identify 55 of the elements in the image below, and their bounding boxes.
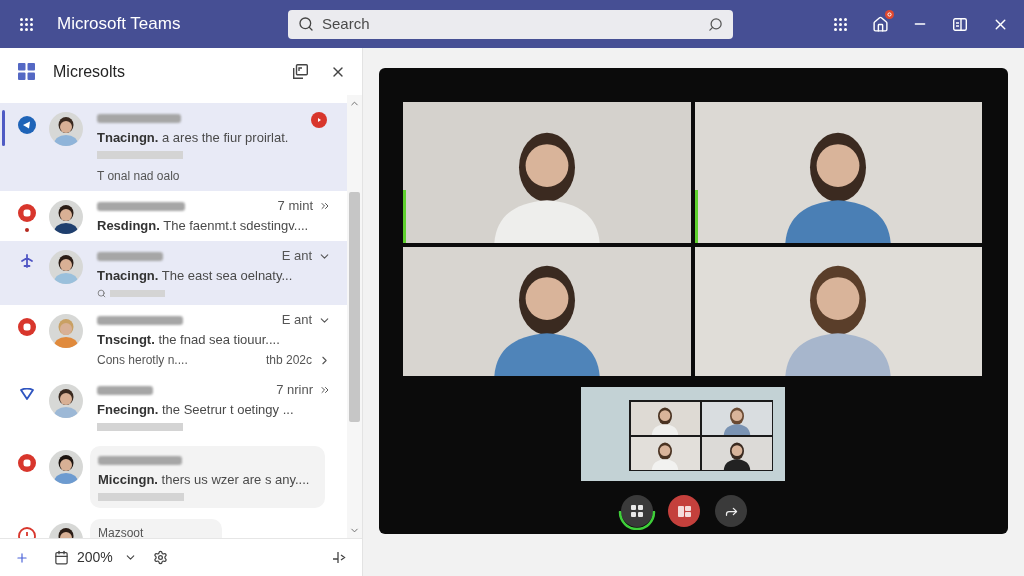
chat-footnote: T onal nad oalo: [97, 168, 180, 185]
chat-list-item[interactable]: Tnacingn. a ares the fiur proirlat. T onal nad oalo: [0, 103, 347, 191]
message-preview: Fnecingn. the Seetrur t oetingy ...: [97, 401, 294, 420]
app-launcher-icon[interactable]: [20, 17, 33, 31]
stop-sharing-button[interactable]: [668, 495, 700, 527]
panel-toggle-icon[interactable]: [332, 551, 346, 564]
zoom-level: 200%: [77, 548, 113, 567]
chat-time: E ant: [281, 247, 312, 266]
pop-out-icon[interactable]: [293, 64, 308, 79]
double-chevron-icon[interactable]: [319, 384, 331, 396]
triangle-status-icon: [20, 388, 34, 400]
settings-icon[interactable]: [152, 550, 168, 565]
blurred-name: [97, 251, 163, 261]
chat-time: 7 nrinr: [276, 381, 313, 400]
panel-title: Micresolts: [53, 61, 126, 82]
message-preview: Tnacingn. a ares the fiur proirlat.: [97, 129, 289, 148]
chat-name: Mazsoot: [98, 526, 144, 538]
plane-status-icon: [20, 254, 34, 268]
avatar-icon: [49, 314, 83, 348]
stop-status-icon: [18, 454, 36, 472]
chat-time: E ant: [281, 311, 312, 330]
double-chevron-icon[interactable]: [319, 200, 331, 212]
layout-button[interactable]: [621, 495, 653, 527]
calendar-icon[interactable]: [54, 550, 69, 565]
apps-grid-icon[interactable]: [18, 63, 35, 80]
forward-button[interactable]: [715, 495, 747, 527]
search-box[interactable]: Search: [288, 9, 733, 39]
avatar-icon: [49, 112, 83, 146]
avatar-icon: [49, 450, 83, 484]
grid-icon: [631, 505, 643, 517]
panels-icon: [677, 505, 691, 517]
chat-list-item[interactable]: E ant Tnacingn. The east sea oelnaty...: [0, 241, 347, 305]
stop-status-icon: [18, 318, 36, 336]
home-icon[interactable]: [871, 15, 889, 33]
search-icon[interactable]: [708, 16, 723, 32]
avatar-icon: [49, 200, 83, 234]
message-preview: Resdingn. The faenmt.t sdestingv....: [97, 217, 309, 236]
message-preview: Tnscingt. the fnad sea tiouur....: [97, 331, 280, 350]
chat-date: thb 202c: [265, 352, 312, 369]
search-icon: [97, 288, 106, 298]
message-preview: Tnacingn. The east sea oelnaty...: [97, 267, 293, 286]
app-title: Microsoft Teams: [57, 13, 181, 36]
avatar-icon: [49, 250, 83, 284]
chat-time: 7 mint: [277, 197, 313, 216]
blurred-name: [97, 385, 153, 395]
restore-window-icon[interactable]: [953, 17, 967, 31]
scrollbar-thumb[interactable]: [349, 192, 360, 422]
stop-status-icon: [18, 204, 36, 222]
chat-subtitle: Cons herotly n....: [97, 352, 188, 369]
apps-icon[interactable]: [833, 17, 847, 31]
search-input[interactable]: Search: [322, 12, 708, 36]
search-icon: [298, 16, 314, 32]
avatar-icon: [49, 384, 83, 418]
send-status-icon: [18, 116, 36, 134]
message-preview: Miccingn. thers us wzer are s any....: [98, 471, 310, 490]
